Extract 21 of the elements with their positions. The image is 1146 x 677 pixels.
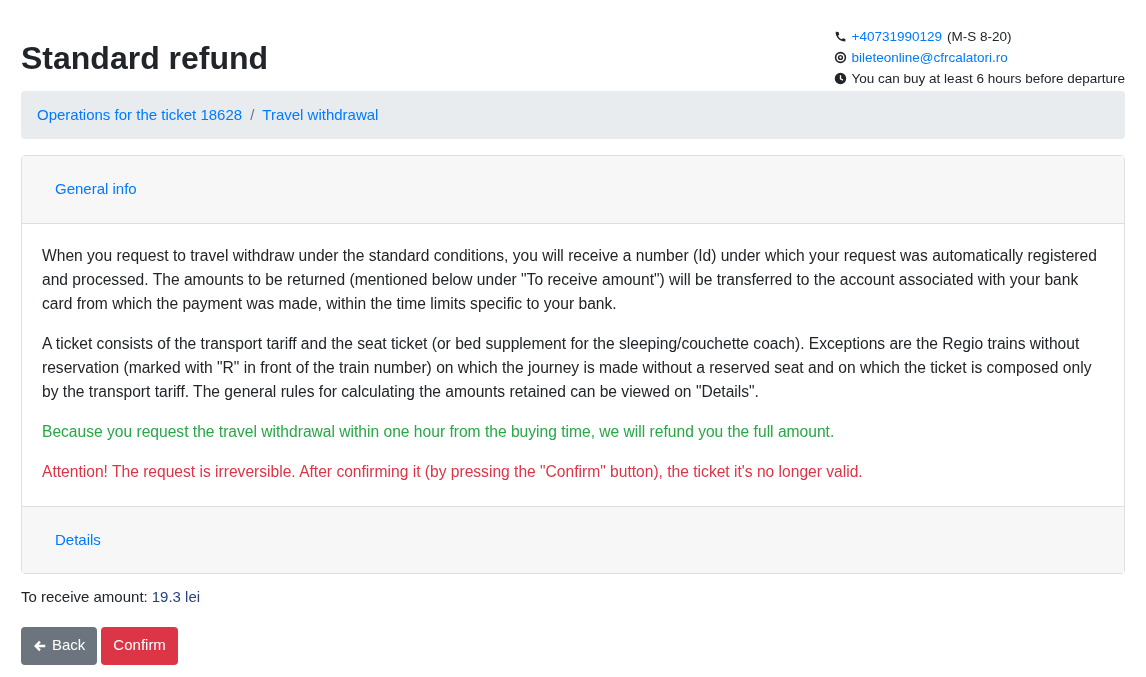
arrow-left-icon — [33, 638, 47, 653]
confirm-button[interactable]: Confirm — [101, 626, 178, 665]
clock-icon — [833, 72, 847, 85]
card-header-link[interactable]: General info — [55, 178, 137, 201]
info-paragraph: When you request to travel withdraw under the standard conditions, you will receive a number (Id) under which your request was automatically registered and processed. The amounts to be returned (mentioned below under "To receive amount") will be transferred to the account associated with your bank card from which the payment was made, within the time limits specific to your bank. — [42, 246, 1098, 314]
warning-message: Attention! The request is irreversible. After confirming it (by pressing the "Confirm" button), the ticket it's no longer valid. — [42, 462, 864, 482]
details-link[interactable]: Details — [55, 528, 101, 552]
breadcrumb-link[interactable]: Operations for the ticket 18628 — [37, 103, 243, 127]
contact-text: (M-S 8-20) — [947, 28, 1012, 46]
back-button[interactable]: Back — [21, 626, 98, 665]
breadcrumb-link[interactable]: Travel withdrawal — [262, 103, 379, 127]
contact-text: You can buy at least 6 hours before departure — [851, 70, 1125, 88]
phone-link[interactable]: +40731990129 — [851, 26, 943, 47]
page-title: Standard refund — [21, 39, 269, 78]
email-link[interactable]: bileteonline@cfrcalatori.ro — [851, 47, 1008, 68]
phone-icon — [833, 30, 847, 43]
amount-label: To receive amount: — [21, 587, 148, 607]
breadcrumb-separator: / — [249, 104, 256, 125]
info-paragraph: A ticket consists of the transport tariff and the seat ticket (or bed supplement for the sleeping/couchette coach). Exceptions are the Regio trains without reservation (marked with "R" in front of the train number) on which the journey is made without a reserved seat and on which the ticket is composed only by the transport tariff. The general rules for calculating the amounts retained can be viewed on "Details". — [42, 334, 1093, 402]
amount-value: 19.3 lei — [151, 587, 201, 607]
success-message: Because you request the travel withdrawal within one hour from the buying time, we will refund you the full amount. — [42, 422, 836, 442]
